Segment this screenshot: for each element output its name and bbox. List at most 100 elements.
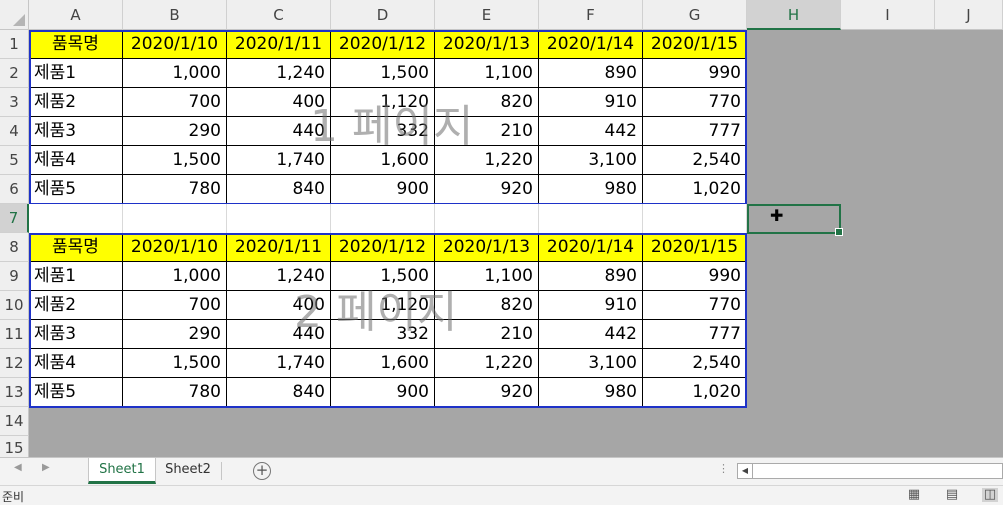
table-cell[interactable]: 1,100 [435,262,539,291]
tab-sheet2[interactable]: Sheet2 [156,458,220,484]
header-cell[interactable]: 2020/1/14 [539,30,643,59]
select-all-corner[interactable] [0,0,29,30]
table-cell[interactable]: 442 [539,320,643,349]
column-header-g[interactable]: G [643,0,747,30]
scroll-left-icon[interactable]: ◀ [738,464,753,478]
column-header-f[interactable]: F [539,0,643,30]
table-cell[interactable]: 1,120 [331,88,435,117]
column-header-d[interactable]: D [331,0,435,30]
table-cell[interactable]: 1,120 [331,291,435,320]
table-cell[interactable]: 920 [435,175,539,204]
header-cell[interactable]: 2020/1/10 [123,30,227,59]
row-header-6[interactable]: 6 [0,175,29,204]
table-cell[interactable]: 290 [123,320,227,349]
table-cell[interactable]: 1,500 [331,262,435,291]
row-header-13[interactable]: 13 [0,378,29,407]
table-cell[interactable]: 910 [539,88,643,117]
header-cell[interactable]: 2020/1/10 [123,233,227,262]
table-cell[interactable]: 1,240 [227,59,331,88]
tab-sheet1[interactable]: Sheet1 [88,458,156,484]
row-header-8[interactable]: 8 [0,233,29,262]
table-cell[interactable]: 제품3 [29,117,123,146]
table-cell[interactable]: 990 [643,59,747,88]
table-cell[interactable]: 840 [227,378,331,407]
table-cell[interactable]: 440 [227,320,331,349]
table-cell[interactable]: 777 [643,320,747,349]
header-cell[interactable]: 2020/1/15 [643,30,747,59]
table-cell[interactable]: 332 [331,117,435,146]
table-cell[interactable]: 1,220 [435,349,539,378]
table-cell[interactable]: 980 [539,378,643,407]
table-cell[interactable]: 1,740 [227,146,331,175]
table-cell[interactable]: 770 [643,291,747,320]
table-cell[interactable]: 1,500 [331,59,435,88]
table-cell[interactable]: 290 [123,117,227,146]
page-layout-icon[interactable]: ▤ [944,488,960,502]
horizontal-scrollbar[interactable]: ◀ [737,463,1003,479]
table-cell[interactable]: 제품1 [29,59,123,88]
column-header-c[interactable]: C [227,0,331,30]
plus-circle-icon[interactable]: + [253,462,271,480]
header-cell[interactable]: 2020/1/12 [331,30,435,59]
table-cell[interactable]: 제품5 [29,378,123,407]
table-cell[interactable]: 990 [643,262,747,291]
column-header-j[interactable]: J [935,0,1003,30]
header-cell[interactable]: 2020/1/11 [227,233,331,262]
empty-cell[interactable] [539,204,643,233]
table-cell[interactable]: 제품1 [29,262,123,291]
table-cell[interactable]: 332 [331,320,435,349]
table-cell[interactable]: 900 [331,378,435,407]
empty-cell[interactable] [643,204,747,233]
page-break-icon[interactable]: ◫ [982,488,998,502]
table-cell[interactable]: 1,220 [435,146,539,175]
table-cell[interactable]: 777 [643,117,747,146]
row-header-7[interactable]: 7 [0,204,29,233]
header-cell[interactable]: 2020/1/13 [435,233,539,262]
column-header-h[interactable]: H [747,0,841,30]
table-cell[interactable]: 1,740 [227,349,331,378]
empty-cell[interactable] [331,204,435,233]
table-cell[interactable]: 2,540 [643,349,747,378]
header-cell[interactable]: 2020/1/13 [435,30,539,59]
table-cell[interactable]: 제품4 [29,146,123,175]
empty-cell[interactable] [123,204,227,233]
table-cell[interactable]: 442 [539,117,643,146]
row-header-1[interactable]: 1 [0,30,29,59]
triangle-right-icon[interactable]: ▶ [42,462,50,473]
row-header-3[interactable]: 3 [0,88,29,117]
header-cell[interactable]: 품목명 [29,30,123,59]
header-cell[interactable]: 2020/1/14 [539,233,643,262]
column-header-e[interactable]: E [435,0,539,30]
table-cell[interactable]: 770 [643,88,747,117]
table-cell[interactable]: 900 [331,175,435,204]
grid-icon[interactable]: ▦ [906,488,922,502]
table-cell[interactable]: 3,100 [539,349,643,378]
table-cell[interactable]: 840 [227,175,331,204]
triangle-left-icon[interactable]: ◀ [14,462,22,473]
table-cell[interactable]: 700 [123,88,227,117]
table-cell[interactable]: 1,500 [123,146,227,175]
table-cell[interactable]: 890 [539,59,643,88]
column-header-a[interactable]: A [29,0,123,30]
empty-cell[interactable] [29,204,123,233]
table-cell[interactable]: 2,540 [643,146,747,175]
row-header-4[interactable]: 4 [0,117,29,146]
table-cell[interactable]: 1,000 [123,262,227,291]
table-cell[interactable]: 700 [123,291,227,320]
header-cell[interactable]: 2020/1/15 [643,233,747,262]
more-options-icon[interactable]: ⋮ [718,462,729,475]
row-header-14[interactable]: 14 [0,407,29,436]
table-cell[interactable]: 1,600 [331,146,435,175]
table-cell[interactable]: 780 [123,378,227,407]
table-cell[interactable]: 제품4 [29,349,123,378]
table-cell[interactable]: 제품2 [29,291,123,320]
table-cell[interactable]: 890 [539,262,643,291]
table-cell[interactable]: 820 [435,88,539,117]
table-cell[interactable]: 210 [435,320,539,349]
table-cell[interactable]: 제품5 [29,175,123,204]
row-header-10[interactable]: 10 [0,291,29,320]
table-cell[interactable]: 920 [435,378,539,407]
table-cell[interactable]: 1,240 [227,262,331,291]
row-header-12[interactable]: 12 [0,349,29,378]
table-cell[interactable]: 1,020 [643,378,747,407]
